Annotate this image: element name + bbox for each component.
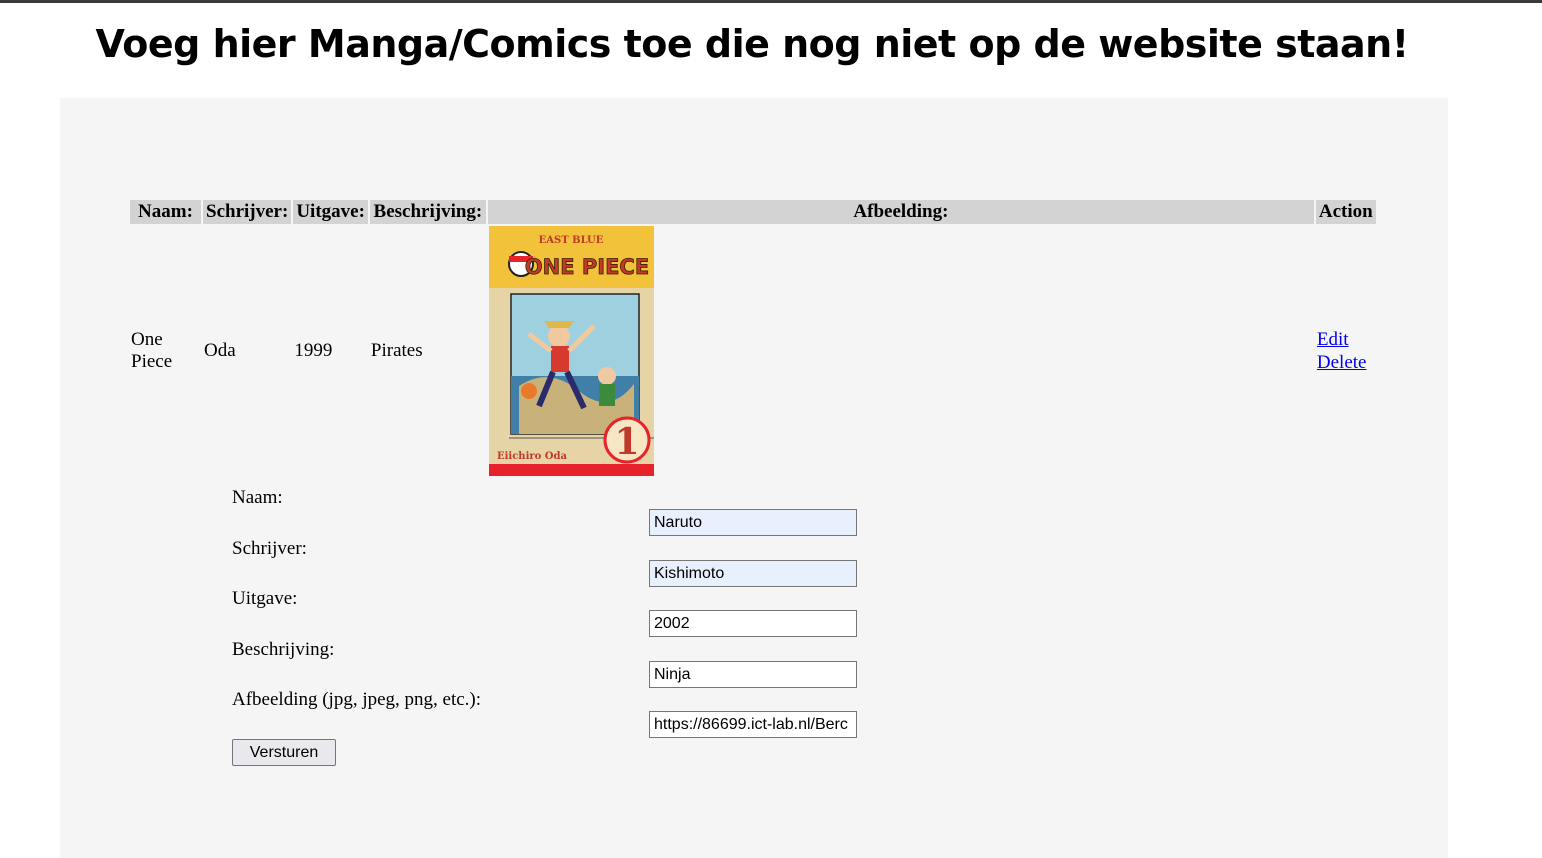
cell-action: Edit Delete <box>1316 226 1376 476</box>
uitgave-input[interactable] <box>649 610 857 637</box>
delete-link[interactable]: Delete <box>1317 351 1375 374</box>
comics-table: Naam: Schrijver: Uitgave: Beschrijving: … <box>128 198 1378 478</box>
cell-uitgave: 1999 <box>294 340 333 361</box>
header-afbeelding: Afbeelding: <box>487 200 1314 224</box>
page-title: Voeg hier Manga/Comics toe die nog niet … <box>95 22 1409 66</box>
cell-schrijver: Oda <box>204 340 236 361</box>
header-schrijver: Schrijver: <box>203 200 292 224</box>
top-border <box>0 0 1542 3</box>
header-naam: Naam: <box>130 200 201 224</box>
cover-series-text: ONE PIECE <box>525 255 649 279</box>
label-afbeelding: Afbeelding (jpg, jpeg, png, etc.): <box>232 689 482 710</box>
cell-beschrijving: Pirates <box>370 340 423 361</box>
label-uitgave: Uitgave: <box>232 588 298 609</box>
cell-afbeelding: EAST BLUE ONE PIECE Eiichiro Oda 1 <box>488 226 1314 476</box>
cover-arc-text: EAST BLUE <box>539 235 604 246</box>
naam-input[interactable] <box>649 509 857 536</box>
header-action: Action <box>1315 200 1376 224</box>
table-row: One Piece Oda 1999 Pirates EAST BLUE ONE… <box>130 226 1376 476</box>
edit-link[interactable]: Edit <box>1317 328 1375 351</box>
cell-naam: One Piece <box>131 329 173 372</box>
label-beschrijving: Beschrijving: <box>232 639 335 660</box>
header-uitgave: Uitgave: <box>293 200 368 224</box>
header-beschrijving: Beschrijving: <box>369 200 486 224</box>
schrijver-input[interactable] <box>649 560 857 587</box>
versturen-button[interactable]: Versturen <box>232 739 336 766</box>
cover-volume-number: 1 <box>614 421 639 463</box>
manga-cover-image: EAST BLUE ONE PIECE Eiichiro Oda 1 <box>488 226 654 476</box>
cover-author-text: Eiichiro Oda <box>497 451 568 462</box>
label-schrijver: Schrijver: <box>232 538 307 559</box>
beschrijving-input[interactable] <box>649 661 857 688</box>
table-header-row: Naam: Schrijver: Uitgave: Beschrijving: … <box>130 200 1376 224</box>
label-naam: Naam: <box>232 487 283 508</box>
afbeelding-url-input[interactable] <box>649 711 857 738</box>
